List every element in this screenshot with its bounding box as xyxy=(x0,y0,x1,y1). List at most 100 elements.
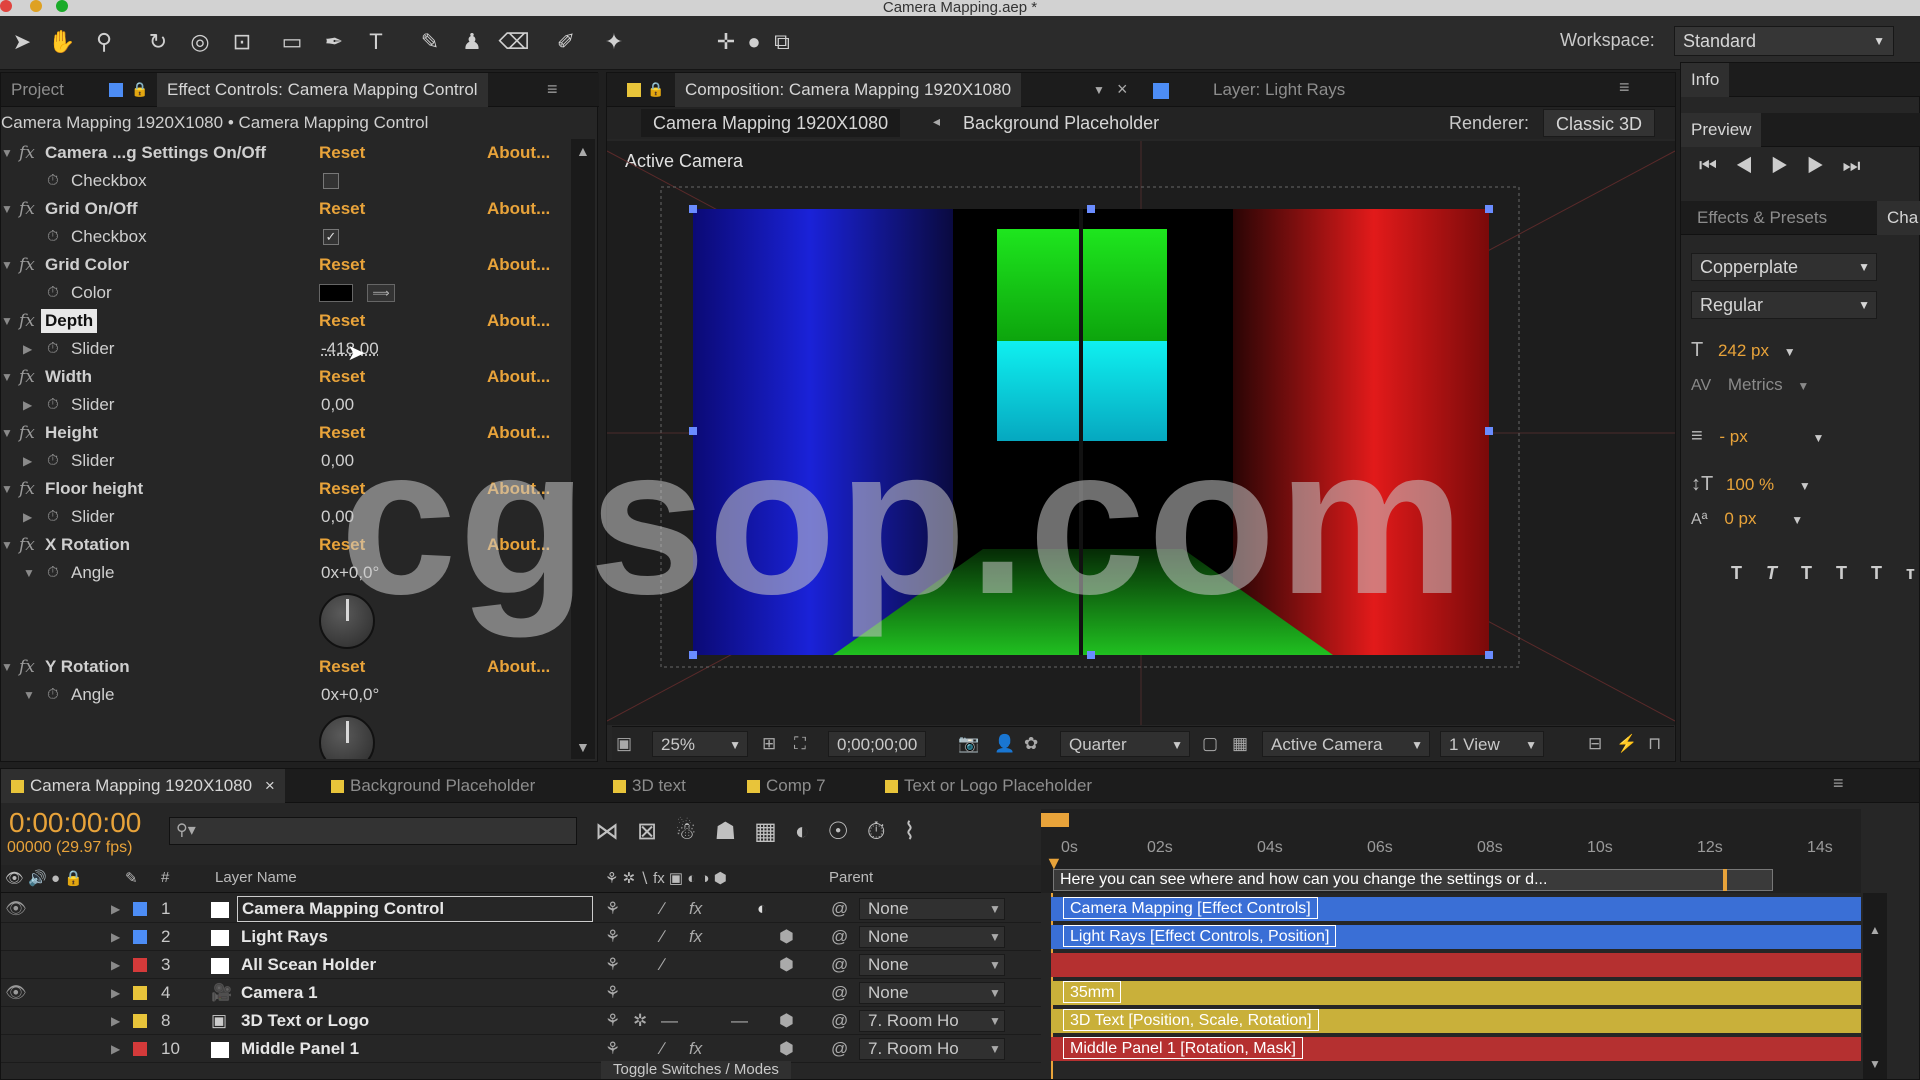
fx-icon[interactable]: fx xyxy=(19,419,35,447)
tab-info[interactable]: Info xyxy=(1681,63,1730,97)
fx-icon[interactable]: fx xyxy=(19,307,35,335)
current-time-field[interactable]: 0;00;00;00 xyxy=(828,731,927,757)
label-color-chip[interactable] xyxy=(133,902,147,916)
pickwhip-icon[interactable]: @ xyxy=(831,1035,848,1063)
graph-editor-icon[interactable]: ☉ xyxy=(827,818,867,845)
selection-tool-icon[interactable]: ➤ xyxy=(6,26,38,58)
tab-layer[interactable]: Layer: Light Rays xyxy=(1203,73,1355,107)
comp-mini-flowchart-icon[interactable]: ⋈ xyxy=(595,818,637,845)
scroll-up-icon[interactable]: ▲ xyxy=(1869,923,1881,937)
graph-icon[interactable]: ⌇ xyxy=(904,818,934,845)
chevron-down-icon[interactable]: ▼ xyxy=(989,923,1001,951)
handle[interactable] xyxy=(1087,205,1095,213)
view-layout-select[interactable]: 1 View ▼ xyxy=(1440,731,1544,757)
chevron-down-icon[interactable]: ▼ xyxy=(989,1035,1001,1063)
eraser-tool-icon[interactable]: ⌫ xyxy=(498,26,530,58)
type-tool-icon[interactable]: T xyxy=(360,26,392,58)
pickwhip-icon[interactable]: @ xyxy=(831,951,848,979)
zoom-window-button[interactable] xyxy=(56,0,68,12)
font-family-select[interactable]: Copperplate ▼ xyxy=(1691,253,1877,281)
adjustment-switch-icon[interactable]: ◐ xyxy=(757,895,767,923)
about-button[interactable]: About... xyxy=(487,653,550,681)
table-row[interactable]: 👁 ▶ 4 🎥 Camera 1 ⚘ @ None ▼ xyxy=(1,979,1041,1007)
leading-value[interactable]: - px xyxy=(1719,427,1747,446)
small-caps-button[interactable]: Tт xyxy=(1871,563,1920,583)
region-of-interest-icon[interactable]: ▢ xyxy=(1202,731,1218,757)
layer-name[interactable]: 3D Text or Logo xyxy=(241,1007,369,1035)
pickwhip-icon[interactable]: @ xyxy=(831,923,848,951)
visibility-eye-icon[interactable]: 👁 xyxy=(5,895,27,923)
safe-margins-icon[interactable]: ⛶ xyxy=(794,731,806,757)
fx-switch-icon[interactable]: fx xyxy=(689,1035,702,1063)
scroll-down-icon[interactable]: ▼ xyxy=(1869,1057,1881,1071)
tab-effects-presets[interactable]: Effects & Presets xyxy=(1687,201,1837,235)
shy-switch-icon[interactable]: ⚘ xyxy=(605,951,620,979)
quality-switch-icon[interactable]: ∕ xyxy=(661,1035,664,1063)
panel-menu-icon[interactable]: ≡ xyxy=(547,79,558,100)
table-row[interactable]: ▶ 3 All Scean Holder ⚘ ∕ ⬢ @ None ▼ xyxy=(1,951,1041,979)
lock-icon[interactable]: 🔒 xyxy=(647,81,664,98)
puppet-pin-tool-icon[interactable]: ✦ xyxy=(598,26,630,58)
scroll-up-icon[interactable]: ▲ xyxy=(576,143,590,159)
expand-triangle-icon[interactable]: ▶ xyxy=(111,895,120,923)
always-preview-icon[interactable]: ▣ xyxy=(616,731,632,757)
expand-triangle-icon[interactable]: ▶ xyxy=(111,923,120,951)
tab-project[interactable]: Project xyxy=(1,73,74,107)
fx-icon[interactable]: fx xyxy=(19,195,35,223)
collapse-triangle-icon[interactable]: ▼ xyxy=(1,251,13,279)
motion-blur-switch-icon[interactable]: — xyxy=(731,1007,748,1035)
layer-name[interactable]: Middle Panel 1 xyxy=(241,1035,359,1063)
about-button[interactable]: About... xyxy=(487,139,550,167)
fast-preview-icon[interactable]: ⚡ xyxy=(1616,731,1637,757)
fx-icon[interactable]: fx xyxy=(19,475,35,503)
table-row[interactable]: 👁 ▶ 1 Camera Mapping Control ⚘ ∕ fx ◐ @ … xyxy=(1,895,1041,923)
tab-timeline-camera-mapping[interactable]: Camera Mapping 1920X1080 × xyxy=(1,769,285,803)
close-tab-icon[interactable]: × xyxy=(265,776,275,795)
layer-bar[interactable]: Camera Mapping [Effect Controls] xyxy=(1051,897,1861,921)
quality-switch-icon[interactable]: — xyxy=(661,1007,678,1035)
channel-icon[interactable]: ✿ xyxy=(1024,731,1038,757)
fx-icon[interactable]: fx xyxy=(19,531,35,559)
camera-view-select[interactable]: Active Camera ▼ xyxy=(1262,731,1430,757)
comp-dropdown-icon[interactable]: ▼ xyxy=(1093,83,1105,97)
label-color-chip[interactable] xyxy=(133,1042,147,1056)
last-frame-icon[interactable]: ⏭ xyxy=(1843,155,1879,177)
rotate-tool-icon[interactable]: ↻ xyxy=(142,26,174,58)
expand-triangle-icon[interactable]: ▶ xyxy=(23,447,32,475)
tab-effect-controls[interactable]: Effect Controls: Camera Mapping Control xyxy=(157,73,488,107)
quality-switch-icon[interactable]: ∕ xyxy=(661,923,664,951)
timeline-icon[interactable]: ⊓ xyxy=(1648,731,1661,757)
layer-bar[interactable]: 3D Text [Position, Scale, Rotation] xyxy=(1051,1009,1861,1033)
label-color-chip[interactable] xyxy=(133,930,147,944)
chevron-down-icon[interactable]: ▼ xyxy=(989,895,1001,923)
shy-switch-icon[interactable]: ⚘ xyxy=(605,1035,620,1063)
timeline-current-time[interactable]: 0:00:00:00 xyxy=(9,807,141,839)
layer-bar[interactable]: Middle Panel 1 [Rotation, Mask] xyxy=(1051,1037,1861,1061)
stopwatch-icon[interactable]: ⏱ xyxy=(47,559,59,587)
play-icon[interactable]: ▶ xyxy=(1771,155,1807,177)
toggle-switches-modes-button[interactable]: Toggle Switches / Modes xyxy=(601,1061,791,1079)
hand-tool-icon[interactable]: ✋ xyxy=(46,26,78,58)
handle[interactable] xyxy=(689,651,697,659)
roto-brush-tool-icon[interactable]: ✐ xyxy=(550,26,582,58)
collapse-triangle-icon[interactable]: ▼ xyxy=(1,653,13,681)
stopwatch-icon[interactable]: ⏱ xyxy=(47,391,59,419)
about-button[interactable]: About... xyxy=(487,195,550,223)
show-snapshot-icon[interactable]: 👤 xyxy=(994,731,1015,757)
layer-bar[interactable]: Light Rays [Effect Controls, Position] xyxy=(1051,925,1861,949)
pickwhip-icon[interactable]: @ xyxy=(831,979,848,1007)
reset-button[interactable]: Reset xyxy=(319,195,365,223)
work-area-end-marker[interactable] xyxy=(1723,869,1727,891)
close-tab-icon[interactable]: × xyxy=(1117,79,1128,100)
resolution-select[interactable]: Quarter ▼ xyxy=(1060,731,1190,757)
chevron-down-icon[interactable]: ▼ xyxy=(1799,479,1811,493)
reset-button[interactable]: Reset xyxy=(319,363,365,391)
stopwatch-icon[interactable]: ⏱ xyxy=(47,503,59,531)
about-button[interactable]: About... xyxy=(487,363,550,391)
handle[interactable] xyxy=(1485,427,1493,435)
chevron-down-icon[interactable]: ▼ xyxy=(1791,513,1803,527)
draft-3d-icon[interactable]: ⊠ xyxy=(637,818,675,845)
collapse-triangle-icon[interactable]: ▼ xyxy=(1,475,13,503)
tab-timeline-text-logo[interactable]: Text or Logo Placeholder xyxy=(885,769,1092,803)
parent-select[interactable]: None xyxy=(859,982,1005,1004)
